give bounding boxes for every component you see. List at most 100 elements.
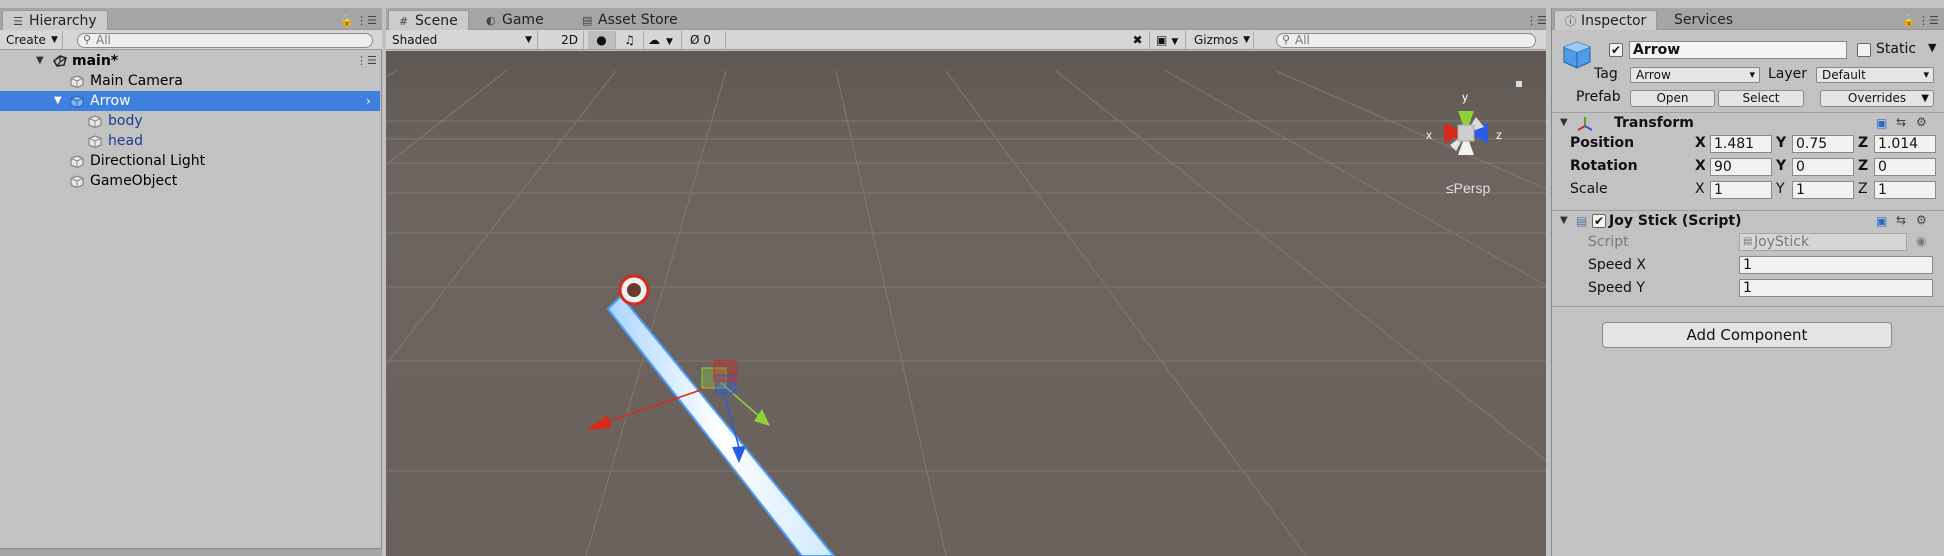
- lock-icon[interactable]: 🔒: [340, 14, 354, 27]
- tag-dropdown[interactable]: Arrow: [1630, 67, 1760, 83]
- search-icon: ⚲: [1282, 33, 1291, 46]
- gizmos-dropdown[interactable]: Gizmos ▼: [1190, 31, 1254, 49]
- caret-down-icon: ▼: [1243, 35, 1250, 45]
- audio-toggle[interactable]: ♫: [616, 31, 644, 49]
- list-item[interactable]: Main Camera: [0, 71, 380, 91]
- position-x-field[interactable]: 1.481: [1710, 135, 1772, 153]
- axis-label-y: y: [1462, 90, 1468, 104]
- tag-label: Tag: [1594, 66, 1618, 82]
- tab-scene[interactable]: # Scene: [388, 10, 469, 30]
- object-name-field[interactable]: Arrow: [1629, 41, 1847, 59]
- scene-root-row[interactable]: ▼ main* ⋮☰: [0, 51, 380, 71]
- expand-arrow-icon[interactable]: ▼: [36, 51, 44, 71]
- script-icon: ▤: [1576, 214, 1588, 228]
- speaker-icon: ♫: [624, 33, 635, 47]
- object-picker-icon[interactable]: ◉: [1916, 234, 1926, 248]
- hierarchy-tabstrip: ☰ Hierarchy 🔒 ⋮☰: [0, 8, 382, 30]
- component-enabled-checkbox[interactable]: ✔: [1592, 214, 1606, 228]
- script-file-icon: ▤: [1743, 236, 1753, 247]
- speed-y-field[interactable]: 1: [1739, 279, 1933, 297]
- caret-down-icon: ▼: [1171, 37, 1179, 47]
- joystick-header[interactable]: ▼ ▤ ✔ Joy Stick (Script) ▣ ⇆ ⚙: [1552, 210, 1944, 232]
- rotation-z-field[interactable]: 0: [1874, 158, 1936, 176]
- scale-x-field[interactable]: 1: [1710, 181, 1772, 199]
- scene-search-input[interactable]: ⚲ All: [1276, 33, 1536, 48]
- chevron-right-icon[interactable]: ›: [366, 91, 371, 111]
- inspector-panel: ⓘ Inspector Services 🔒 ⋮☰ ✔ Arrow Static …: [1551, 8, 1944, 556]
- projection-label[interactable]: ≤Persp: [1446, 180, 1490, 196]
- fold-arrow-icon[interactable]: ▼: [1560, 117, 1568, 128]
- axis-label-x: x: [1426, 128, 1432, 142]
- static-label: Static: [1876, 41, 1917, 57]
- panel-menu-icon[interactable]: ⋮☰: [1526, 14, 1547, 27]
- tab-services[interactable]: Services: [1664, 10, 1743, 30]
- cube-icon: [70, 175, 84, 188]
- cube-icon: [70, 155, 84, 168]
- cube-icon: [88, 115, 102, 128]
- tab-asset-store[interactable]: ▤ Asset Store: [572, 10, 688, 30]
- fold-arrow-icon[interactable]: ▼: [1560, 215, 1568, 226]
- prefab-select-button[interactable]: Select: [1718, 90, 1804, 107]
- static-checkbox[interactable]: [1857, 43, 1871, 57]
- panel-menu-icon[interactable]: ⋮☰: [1918, 14, 1939, 27]
- shading-mode-dropdown[interactable]: Shaded ▼: [388, 31, 538, 49]
- scale-y-field[interactable]: 1: [1792, 181, 1854, 199]
- rotation-y-field[interactable]: 0: [1792, 158, 1854, 176]
- unity-editor: ☰ Hierarchy 🔒 ⋮☰ Create ▼ ⚲ All ▼ main* ⋮☰: [0, 0, 1944, 556]
- expand-arrow-icon[interactable]: ▼: [54, 91, 62, 111]
- list-item[interactable]: Directional Light: [0, 151, 380, 171]
- scene-viewport[interactable]: y x z ≤Persp: [386, 51, 1546, 556]
- lock-view-icon[interactable]: [1516, 81, 1522, 87]
- transform-header[interactable]: ▼ Transform ▣ ⇆ ⚙: [1552, 112, 1944, 134]
- speed-x-label: Speed X: [1588, 257, 1646, 273]
- effects-icon: ☁: [648, 33, 660, 47]
- caret-down-icon: ▼: [525, 35, 532, 45]
- gear-icon[interactable]: ⚙: [1916, 115, 1927, 129]
- panel-menu-icon[interactable]: ⋮☰: [356, 14, 377, 27]
- list-item-selected[interactable]: ▼ Arrow ›: [0, 91, 380, 111]
- prefab-open-button[interactable]: Open: [1630, 90, 1715, 107]
- scene-menu-icon[interactable]: ⋮☰: [356, 51, 377, 71]
- caret-down-icon[interactable]: ▼: [1928, 41, 1936, 54]
- lock-icon[interactable]: 🔒: [1902, 14, 1916, 27]
- list-item[interactable]: head: [0, 131, 380, 151]
- tab-hierarchy[interactable]: ☰ Hierarchy: [2, 10, 108, 30]
- shopping-bag-icon: ▤: [582, 14, 593, 27]
- position-y-field[interactable]: 0.75: [1792, 135, 1854, 153]
- position-z-field[interactable]: 1.014: [1874, 135, 1936, 153]
- help-icon[interactable]: ▣: [1876, 214, 1887, 228]
- add-component-button[interactable]: Add Component: [1602, 322, 1892, 348]
- preset-icon[interactable]: ⇆: [1896, 213, 1906, 227]
- list-item[interactable]: body: [0, 111, 380, 131]
- cube-icon: [70, 75, 84, 88]
- script-label: Script: [1588, 234, 1629, 250]
- create-dropdown[interactable]: Create ▼: [2, 31, 63, 49]
- preset-icon[interactable]: ⇆: [1896, 115, 1906, 129]
- hierarchy-search-input[interactable]: ⚲ All: [77, 33, 373, 48]
- scene-canvas[interactable]: y x z ≤Persp: [386, 51, 1546, 556]
- help-icon[interactable]: ▣: [1876, 116, 1887, 130]
- tab-inspector[interactable]: ⓘ Inspector: [1554, 10, 1658, 30]
- lighting-toggle[interactable]: ●: [588, 31, 616, 49]
- scene-name: main*: [72, 53, 119, 69]
- camera-dropdown[interactable]: ▣ ▼: [1152, 31, 1186, 49]
- axis-label-z: z: [1496, 128, 1502, 142]
- rotation-x-field[interactable]: 90: [1710, 158, 1772, 176]
- prefab-overrides-dropdown[interactable]: Overrides ▼: [1820, 90, 1934, 107]
- tab-game[interactable]: ◐ Game: [476, 10, 554, 30]
- gear-icon[interactable]: ⚙: [1916, 213, 1927, 227]
- layer-dropdown[interactable]: Default: [1816, 67, 1934, 83]
- effects-dropdown[interactable]: ☁ ▼: [644, 31, 682, 49]
- hidden-objects-toggle[interactable]: Ø 0: [686, 31, 726, 49]
- tools-button[interactable]: ✖: [1126, 31, 1150, 49]
- scale-z-field[interactable]: 1: [1874, 181, 1936, 199]
- 2d-toggle[interactable]: 2D: [556, 31, 584, 49]
- caret-down-icon: ▼: [1921, 93, 1929, 104]
- prefab-cube-icon: [70, 95, 84, 108]
- list-item[interactable]: GameObject: [0, 171, 380, 191]
- speed-x-field[interactable]: 1: [1739, 256, 1933, 274]
- script-field: ▤ JoyStick: [1739, 233, 1907, 251]
- active-checkbox[interactable]: ✔: [1609, 43, 1623, 57]
- prefab-cube-icon: [1563, 41, 1591, 69]
- caret-down-icon: ▼: [666, 37, 673, 47]
